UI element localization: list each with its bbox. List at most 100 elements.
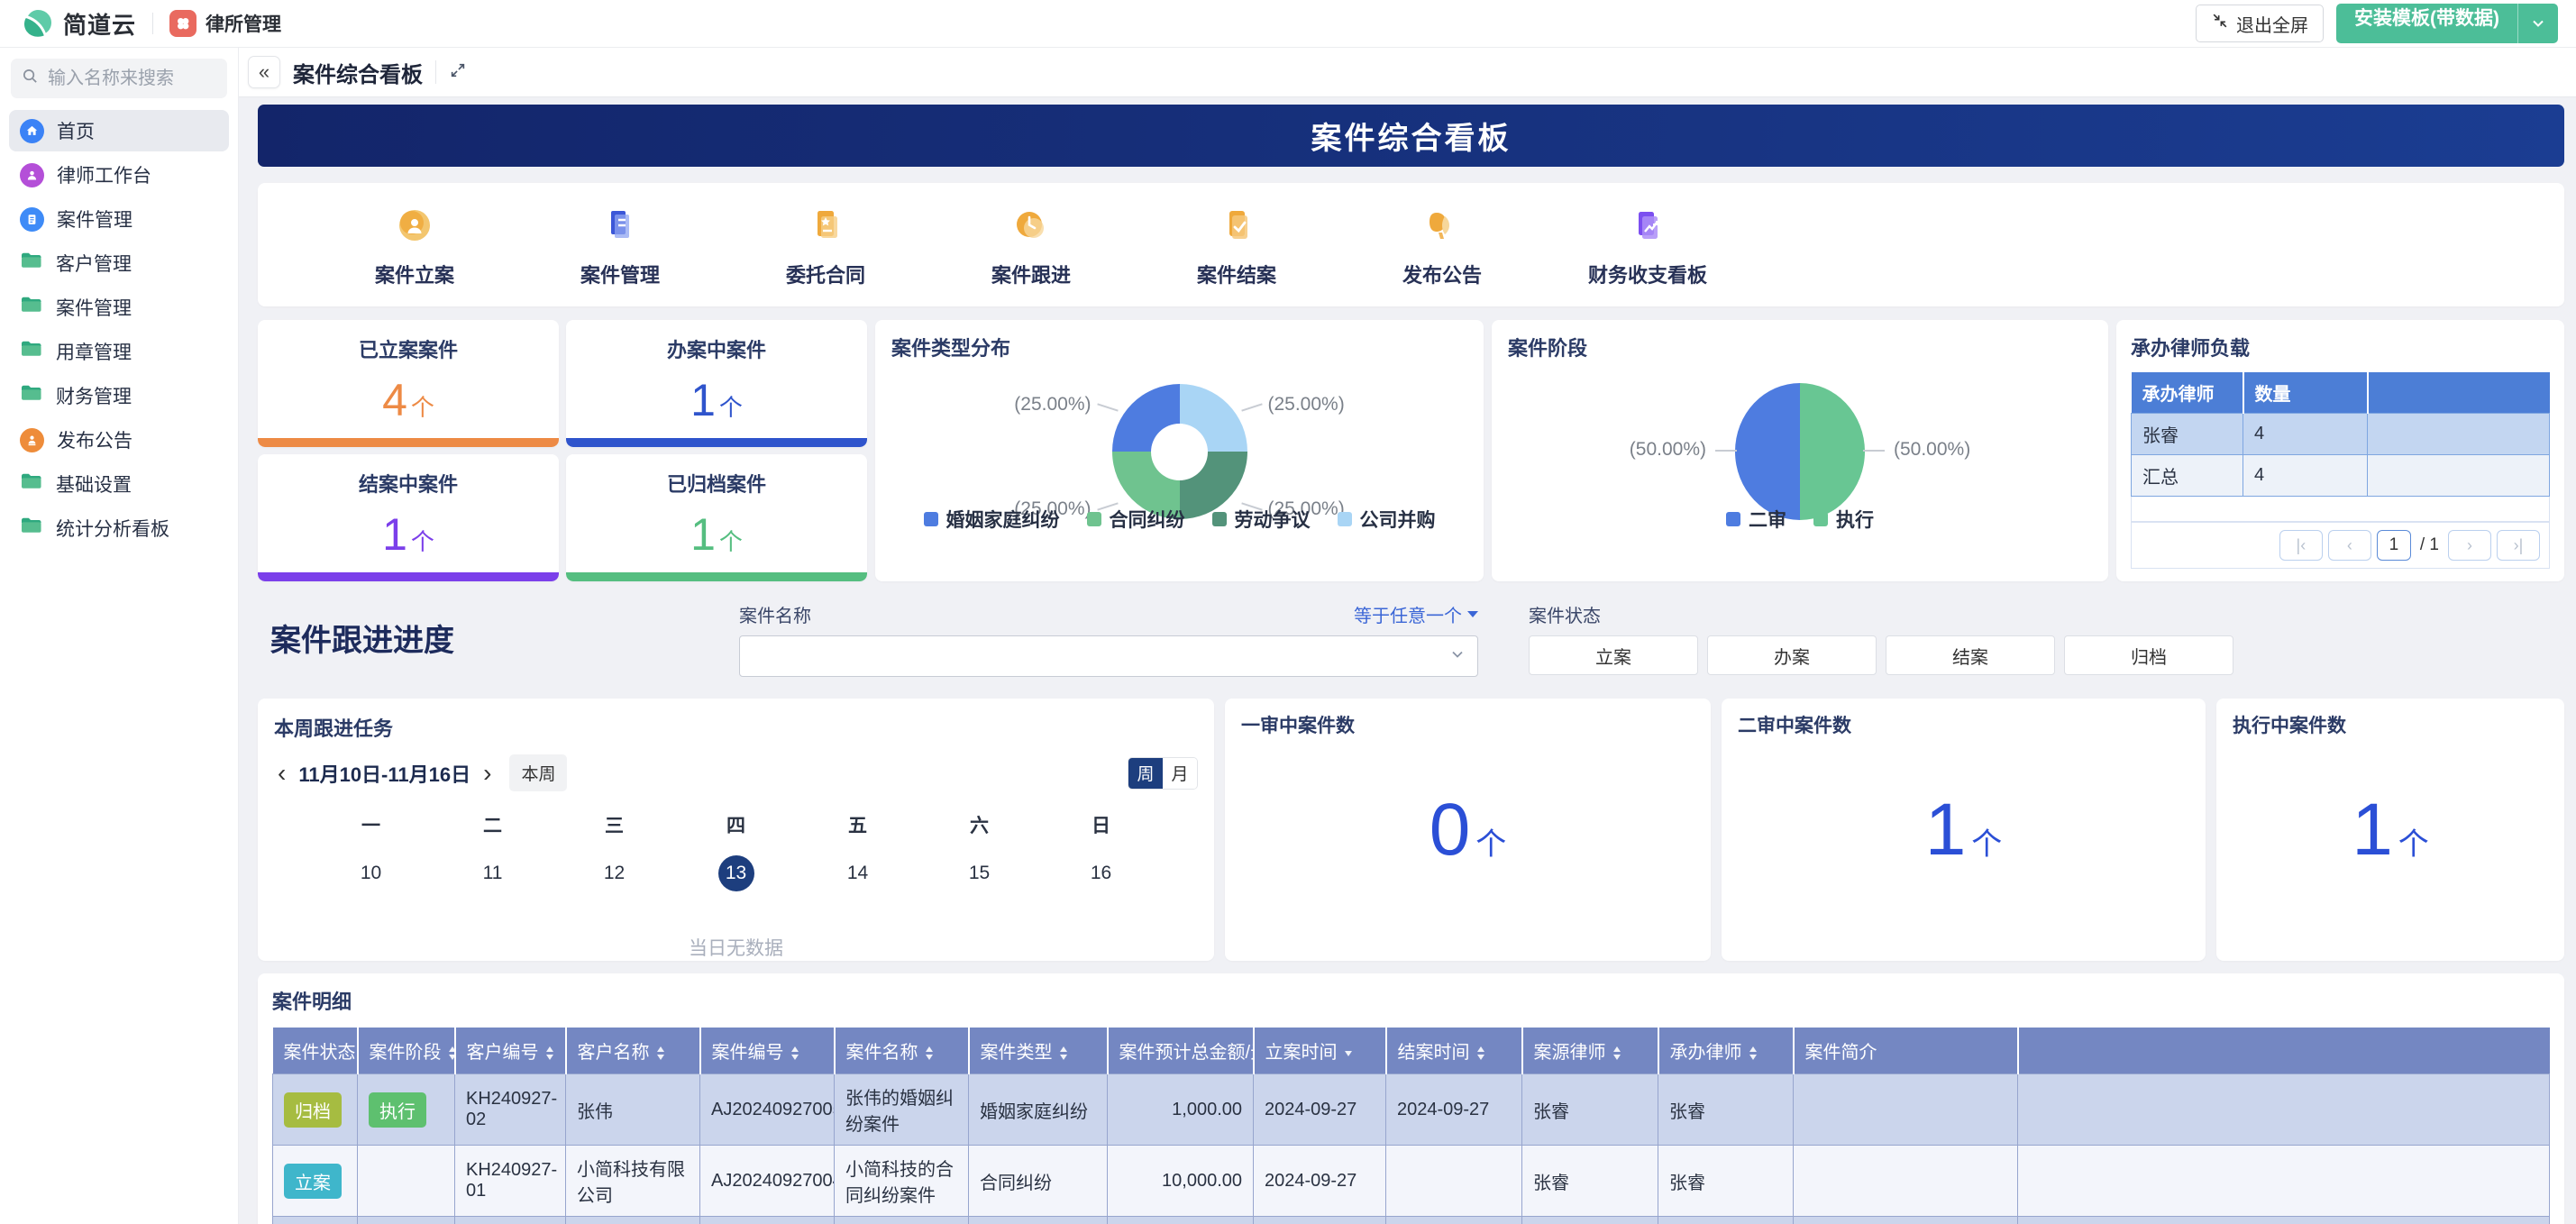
col-case-no[interactable]: 案件编号 xyxy=(700,1028,835,1074)
sidebar-item-lawyer-workbench[interactable]: 律师工作台 xyxy=(9,154,229,196)
quick-link-case-manage[interactable]: 案件管理 xyxy=(517,202,723,288)
stat-value: 1个 xyxy=(690,498,743,581)
col-customer-no[interactable]: 客户编号 xyxy=(455,1028,566,1074)
case-name-label: 案件名称 xyxy=(739,601,811,627)
col-count[interactable]: 数量 xyxy=(2243,372,2368,414)
app-root: 简道云 律所管理 退出全屏 安装模板(带数据) xyxy=(0,0,2576,1224)
sidebar-item-case-management-folder[interactable]: 案件管理 xyxy=(9,287,229,328)
logo[interactable]: 简道云 xyxy=(22,7,136,41)
sidebar-item-announcement[interactable]: 发布公告 xyxy=(9,419,229,461)
prev-page-button[interactable]: ‹ xyxy=(2328,530,2371,561)
case-name-select[interactable] xyxy=(739,635,1478,677)
first-page-button[interactable]: |‹ xyxy=(2279,530,2323,561)
tab-case-dashboard[interactable]: 案件综合看板 xyxy=(293,57,423,88)
col-case-type[interactable]: 案件类型 xyxy=(969,1028,1108,1074)
this-week-button[interactable]: 本周 xyxy=(509,754,567,791)
document-icon xyxy=(20,207,44,232)
quick-link-contract[interactable]: 委托合同 xyxy=(723,202,928,288)
sidebar-search[interactable] xyxy=(11,59,227,98)
table-row[interactable]: 立案 KH240927-01 小简科技有限公司 AJ20240927004 小简… xyxy=(273,1146,2550,1217)
sidebar-item-home[interactable]: 首页 xyxy=(9,110,229,151)
legend-item[interactable]: 公司并购 xyxy=(1338,506,1436,533)
table-row[interactable]: 办案 KH240926-01 帆软软件有限公司 AJ20240926003 帆软… xyxy=(273,1217,2550,1224)
legend-item[interactable]: 婚姻家庭纠纷 xyxy=(924,506,1060,533)
last-page-button[interactable]: ›| xyxy=(2497,530,2540,561)
prev-week-icon[interactable]: ‹ xyxy=(274,764,289,782)
legend-item[interactable]: 二审 xyxy=(1726,506,1786,533)
stat-color-bar xyxy=(258,572,559,581)
main: « 案件综合看板 案件综合看板 案件立案 xyxy=(239,48,2576,1224)
case-status-label: 案件状态 xyxy=(1529,601,1601,627)
col-brief[interactable]: 案件简介 xyxy=(1794,1028,2018,1074)
donut-graphic[interactable] xyxy=(1112,384,1247,519)
date-cell[interactable]: 10 xyxy=(310,854,432,892)
date-cell-selected[interactable]: 13 xyxy=(675,854,797,892)
folder-icon xyxy=(20,471,43,497)
sidebar-item-case-management[interactable]: 案件管理 xyxy=(9,198,229,240)
donut-label: (25.00%) xyxy=(1268,394,1345,416)
col-stage[interactable]: 案件阶段 xyxy=(358,1028,455,1074)
search-input[interactable] xyxy=(46,68,216,90)
exit-fullscreen-button[interactable]: 退出全屏 xyxy=(2196,5,2324,42)
table-row[interactable]: 张睿4 xyxy=(2132,414,2550,455)
table-row[interactable]: 汇总4 xyxy=(2132,455,2550,497)
legend-item[interactable]: 合同纠纷 xyxy=(1087,506,1185,533)
date-cell[interactable]: 14 xyxy=(797,854,918,892)
col-customer[interactable]: 客户名称 xyxy=(566,1028,700,1074)
status-button-closing[interactable]: 结案 xyxy=(1886,635,2055,675)
legend-item[interactable]: 执行 xyxy=(1813,506,1874,533)
dashboard-content: 案件综合看板 案件立案 案件管理 委托合同 xyxy=(239,97,2576,1224)
sidebar-item-basic-settings[interactable]: 基础设置 xyxy=(9,463,229,505)
donut-legend: 婚姻家庭纠纷 合同纠纷 劳动争议 公司并购 xyxy=(891,506,1467,533)
fullscreen-expand-icon[interactable] xyxy=(449,61,467,84)
mid-row: 本周跟进任务 ‹ 11月10日-11月16日 › 本周 周 月 xyxy=(258,699,2564,961)
banner-title: 案件综合看板 xyxy=(1311,114,1512,158)
sidebar-collapse-button[interactable]: « xyxy=(248,56,280,88)
install-template-button[interactable]: 安装模板(带数据) xyxy=(2336,4,2558,43)
col-closed-date[interactable]: 结案时间 xyxy=(1386,1028,1522,1074)
pie-graphic[interactable] xyxy=(1735,383,1865,520)
col-filed-date[interactable]: 立案时间 xyxy=(1254,1028,1386,1074)
quick-link-finance-board[interactable]: 财务收支看板 xyxy=(1545,202,1750,288)
legend-item[interactable]: 劳动争议 xyxy=(1212,506,1311,533)
col-source-lawyer[interactable]: 案源律师 xyxy=(1522,1028,1658,1074)
next-page-button[interactable]: › xyxy=(2448,530,2491,561)
week-toggle[interactable]: 周 xyxy=(1128,758,1163,789)
sidebar-item-label: 用章管理 xyxy=(56,338,132,365)
status-button-archive[interactable]: 归档 xyxy=(2064,635,2233,675)
month-toggle[interactable]: 月 xyxy=(1163,758,1197,789)
sidebar-item-statistics-dashboard[interactable]: 统计分析看板 xyxy=(9,507,229,549)
install-template-label: 安装模板(带数据) xyxy=(2336,4,2517,43)
quick-link-case-filing[interactable]: 案件立案 xyxy=(312,202,517,288)
date-cell[interactable]: 11 xyxy=(432,854,553,892)
date-cell[interactable]: 15 xyxy=(918,854,1040,892)
status-button-handling[interactable]: 办案 xyxy=(1707,635,1877,675)
date-cell[interactable]: 12 xyxy=(553,854,675,892)
col-lawyer[interactable]: 承办律师 xyxy=(1658,1028,1794,1074)
case-type-chart-card: 案件类型分布 (25.00%) (25.00%) (25.00%) (25.00… xyxy=(875,320,1484,581)
exit-fullscreen-label: 退出全屏 xyxy=(2236,11,2308,37)
quick-link-case-close[interactable]: 案件结案 xyxy=(1134,202,1339,288)
lawyer-load-table: 承办律师 数量 张睿4 汇总4 xyxy=(2131,372,2550,497)
folder-icon xyxy=(20,251,43,276)
col-lawyer[interactable]: 承办律师 xyxy=(2132,372,2243,414)
sidebar-item-finance-management[interactable]: 财务管理 xyxy=(9,375,229,416)
sidebar-item-customer-management[interactable]: 客户管理 xyxy=(9,242,229,284)
sidebar-item-seal-management[interactable]: 用章管理 xyxy=(9,331,229,372)
status-button-filing[interactable]: 立案 xyxy=(1529,635,1698,675)
col-status[interactable]: 案件状态 xyxy=(273,1028,358,1074)
donut-label: (25.00%) xyxy=(1014,394,1091,416)
date-cell[interactable]: 16 xyxy=(1040,854,1162,892)
quick-link-announce[interactable]: 发布公告 xyxy=(1339,202,1545,288)
home-icon xyxy=(20,119,44,143)
col-case-name[interactable]: 案件名称 xyxy=(835,1028,969,1074)
quick-link-follow-up[interactable]: 案件跟进 xyxy=(928,202,1134,288)
filter-operator-dropdown[interactable]: 等于任意一个 xyxy=(1354,601,1478,627)
page-number-input[interactable]: 1 xyxy=(2377,530,2411,561)
quick-link-label: 案件管理 xyxy=(580,260,660,288)
sidebar-item-label: 案件管理 xyxy=(57,206,132,233)
install-dropdown-button[interactable] xyxy=(2517,4,2558,43)
next-week-icon[interactable]: › xyxy=(480,764,495,782)
table-row[interactable]: 归档 执行 KH240927-02 张伟 AJ20240927005 张伟的婚姻… xyxy=(273,1074,2550,1146)
col-amount[interactable]: 案件预计总金额/元 xyxy=(1108,1028,1254,1074)
